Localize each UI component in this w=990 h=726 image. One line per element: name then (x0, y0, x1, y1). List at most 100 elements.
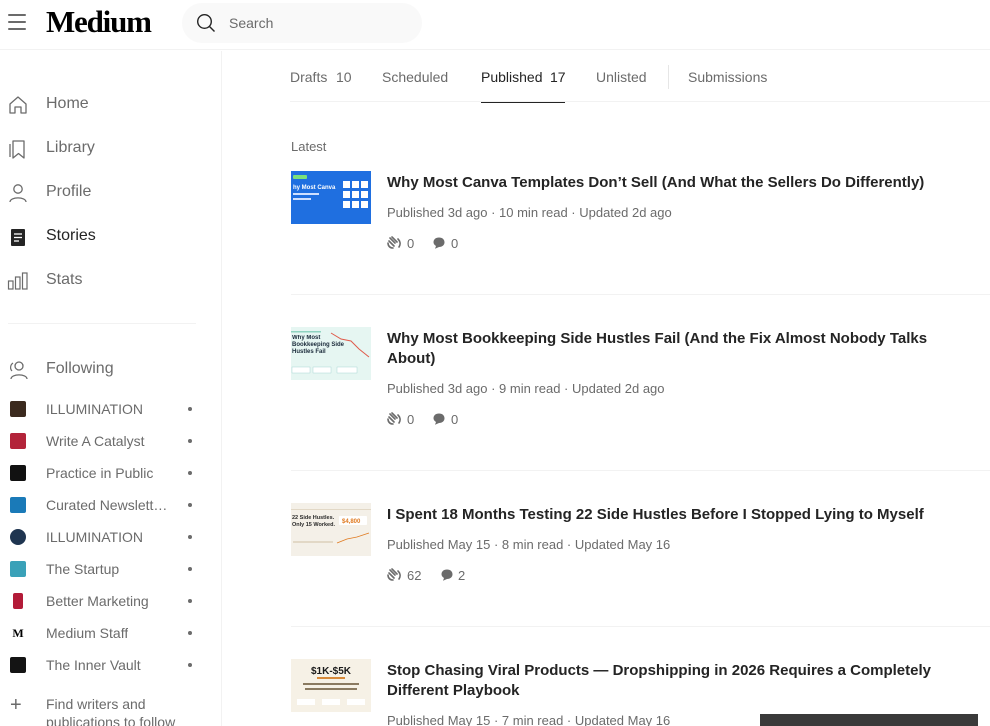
story-title[interactable]: Stop Chasing Viral Products — Dropshippi… (387, 661, 957, 701)
home-icon (9, 96, 27, 114)
story-thumbnail-image: hy Most Canva (291, 171, 371, 224)
new-content-dot (188, 535, 192, 539)
story-thumbnail[interactable]: Why Most Bookkeeping Side Hustles Fail (291, 327, 371, 380)
story-thumbnail[interactable]: hy Most Canva (291, 171, 371, 224)
tab-label: Submissions (688, 69, 768, 85)
following-item-label: The Startup (46, 561, 120, 577)
tab-published[interactable]: Published 17 (481, 51, 566, 103)
new-content-dot (188, 503, 192, 507)
story-thumbnail[interactable]: 22 Side Hustles. Only 15 Worked. $4,800 (291, 503, 371, 556)
story-meta: Published May 15 · 8 min read · Updated … (387, 537, 671, 552)
search-box[interactable] (182, 3, 422, 43)
sidebar-item-label: Home (46, 95, 89, 112)
new-content-dot (188, 599, 192, 603)
publication-avatar (10, 497, 26, 513)
sidebar-item-label: Stats (46, 271, 83, 288)
thumbnail-caption: 22 Side Hustles. Only 15 Worked. (292, 515, 335, 528)
responses-count: 0 (451, 412, 459, 427)
publication-avatar (10, 401, 26, 417)
sidebar-item-library[interactable]: Library (0, 130, 222, 166)
tab-scheduled[interactable]: Scheduled (382, 51, 450, 102)
following-item-the-startup[interactable]: The Startup (0, 556, 222, 582)
tab-separator (668, 65, 669, 89)
following-item-label: Practice in Public (46, 465, 154, 481)
bookmark-icon (9, 140, 25, 159)
following-icon (10, 361, 28, 380)
publication-avatar (10, 433, 26, 449)
response-icon (433, 413, 445, 425)
medium-logo[interactable]: Medium (46, 4, 152, 40)
claps-count: 0 (407, 236, 415, 251)
clap-icon (387, 412, 401, 425)
top-bar: Medium (0, 0, 990, 50)
claps-count: 0 (407, 412, 415, 427)
sidebar: Home Library Profile Stories Stats Follo… (0, 51, 222, 726)
following-item-label: Curated Newsletters (46, 497, 172, 513)
sidebar-divider (8, 323, 196, 324)
thumbnail-badge: $4,800 (342, 519, 361, 525)
following-item-the-inner-vault[interactable]: The Inner Vault (0, 652, 222, 678)
story-title[interactable]: Why Most Bookkeeping Side Hustles Fail (… (387, 329, 957, 369)
sidebar-item-home[interactable]: Home (0, 86, 222, 122)
claps-count: 62 (407, 568, 422, 583)
tab-submissions[interactable]: Submissions (688, 51, 772, 102)
publication-avatar (10, 657, 26, 673)
following-item-better-marketing[interactable]: Better Marketing (0, 588, 222, 614)
following-item-illumination[interactable]: ILLUMINATION (0, 396, 222, 422)
following-item-curated-newsletters[interactable]: Curated Newsletters (0, 492, 222, 518)
story-row: Why Most Bookkeeping Side Hustles Fail W… (291, 327, 990, 471)
following-item-label: ILLUMINATION (46, 529, 143, 545)
sidebar-item-label: Stories (46, 227, 96, 244)
story-title[interactable]: I Spent 18 Months Testing 22 Side Hustle… (387, 505, 957, 525)
menu-icon[interactable] (8, 14, 26, 30)
publication-avatar: M (10, 625, 26, 641)
following-item-label: Better Marketing (46, 593, 149, 609)
sidebar-item-stories[interactable]: Stories (0, 218, 222, 254)
story-thumbnail-image: Why Most Bookkeeping Side Hustles Fail (291, 327, 371, 380)
story-row: 22 Side Hustles. Only 15 Worked. $4,800 … (291, 503, 990, 627)
sidebar-item-stats[interactable]: Stats (0, 262, 222, 298)
profile-icon (9, 184, 27, 203)
new-content-dot (188, 439, 192, 443)
sidebar-item-label: Following (46, 360, 114, 377)
publication-avatar (13, 593, 23, 609)
plus-icon: + (10, 694, 22, 716)
story-thumbnail[interactable]: $1K-$5K (291, 659, 371, 712)
section-label: Latest (291, 139, 327, 154)
publication-avatar (10, 465, 26, 481)
following-item-medium-staff[interactable]: M Medium Staff (0, 620, 222, 646)
sidebar-item-profile[interactable]: Profile (0, 174, 222, 210)
clap-icon (387, 568, 401, 581)
following-item-write-a-catalyst[interactable]: Write A Catalyst (0, 428, 222, 454)
story-title[interactable]: Why Most Canva Templates Don’t Sell (And… (387, 173, 957, 193)
tab-drafts[interactable]: Drafts 10 (290, 51, 352, 102)
tab-count: 10 (336, 69, 352, 85)
tab-unlisted[interactable]: Unlisted (596, 51, 650, 102)
sidebar-item-following[interactable]: Following (0, 351, 222, 387)
overlay-toast (760, 714, 978, 726)
responses-count: 0 (451, 236, 459, 251)
following-item-label: Write A Catalyst (46, 433, 145, 449)
response-icon (433, 237, 445, 249)
story-thumbnail-image: $1K-$5K (291, 659, 371, 712)
tab-label: Published (481, 69, 543, 85)
following-item-label: ILLUMINATION (46, 401, 143, 417)
stories-icon (11, 229, 25, 246)
publication-avatar (10, 561, 26, 577)
following-item-practice-in-public[interactable]: Practice in Public (0, 460, 222, 486)
search-input[interactable] (229, 13, 409, 33)
thumbnail-caption: $1K-$5K (311, 666, 352, 677)
search-icon (196, 13, 215, 32)
story-row: hy Most Canva Why Most Canva Templates D… (291, 171, 990, 295)
following-item-illumination-2[interactable]: ILLUMINATION (0, 524, 222, 550)
find-writers-link[interactable]: + Find writers and publications to follo… (0, 693, 222, 726)
stories-tabs: Drafts 10 Scheduled Published 17 Unliste… (290, 51, 990, 103)
new-content-dot (188, 663, 192, 667)
following-item-label: Medium Staff (46, 625, 129, 641)
new-content-dot (188, 631, 192, 635)
response-icon (441, 569, 453, 581)
new-content-dot (188, 471, 192, 475)
tab-count: 17 (550, 69, 566, 85)
following-item-label: The Inner Vault (46, 657, 141, 673)
story-meta: Published 3d ago · 10 min read · Updated… (387, 205, 672, 220)
